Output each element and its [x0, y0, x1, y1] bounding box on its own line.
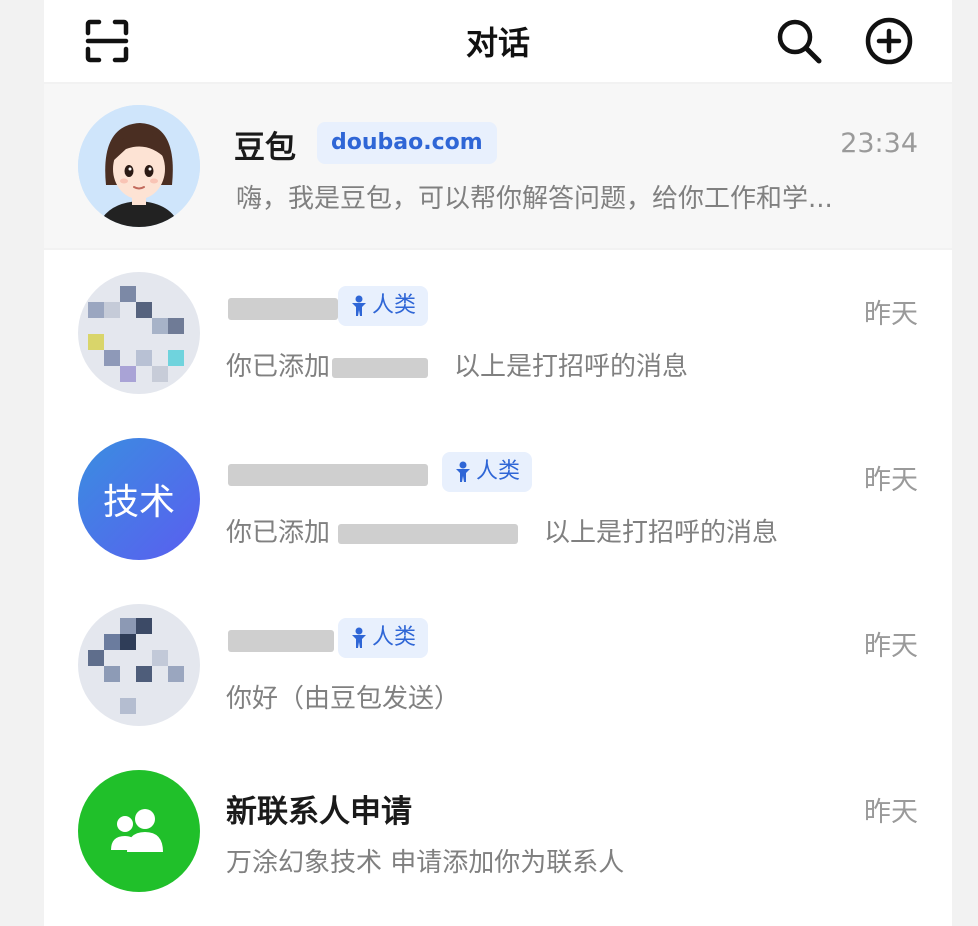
top-bar: 对话 — [44, 0, 952, 82]
list-item[interactable]: 人类 昨天 你好（由豆包发送） — [44, 582, 952, 748]
message-preview: 嗨，我是豆包，可以帮你解答问题，给你工作和学... — [236, 184, 833, 214]
person-icon — [352, 295, 366, 316]
human-tag: 人类 — [338, 618, 429, 658]
timestamp: 昨天 — [864, 465, 918, 496]
tag-label: 人类 — [372, 293, 417, 318]
message-preview: 万涂幻象技术 申请添加你为联系人 — [226, 848, 625, 878]
message-preview: 你已添加 以上是打招呼的消息 — [226, 346, 688, 383]
avatar — [78, 604, 200, 726]
preview-prefix: 你已添加 — [226, 518, 331, 548]
preview-suffix: 以上是打招呼的消息 — [454, 352, 689, 382]
timestamp: 23:34 — [840, 128, 918, 159]
message-preview: 你已添加 以上是打招呼的消息 — [226, 512, 778, 549]
avatar — [78, 770, 200, 892]
redacted-name — [228, 630, 334, 652]
list-item-new-contact-request[interactable]: 新联系人申请 昨天 万涂幻象技术 申请添加你为联系人 — [44, 748, 952, 914]
timestamp: 昨天 — [864, 631, 918, 662]
avatar: 技术 — [78, 438, 200, 560]
contacts-icon — [111, 809, 163, 852]
avatar — [78, 105, 200, 227]
human-tag: 人类 — [442, 452, 533, 492]
avatar — [78, 272, 200, 394]
add-circle-icon[interactable] — [864, 16, 914, 66]
timestamp: 昨天 — [864, 299, 918, 330]
message-preview: 你好（由豆包发送） — [226, 684, 461, 714]
contact-name: 豆包 — [234, 130, 296, 166]
domain-badge: doubao.com — [317, 122, 497, 164]
redacted-text — [332, 357, 429, 378]
redacted-name — [228, 464, 428, 486]
preview-suffix: 以上是打招呼的消息 — [544, 518, 779, 548]
redacted-text — [338, 523, 519, 544]
tag-label: 人类 — [476, 459, 521, 484]
person-icon — [456, 461, 470, 482]
search-icon[interactable] — [774, 16, 824, 66]
pinned-conversation-doubao[interactable]: 豆包 doubao.com 23:34 嗨，我是豆包，可以帮你解答问题，给你工作… — [44, 84, 952, 248]
human-tag: 人类 — [338, 286, 429, 326]
preview-prefix: 你已添加 — [226, 352, 331, 382]
list-item[interactable]: 技术 人类 昨天 你已添加 以上是打招呼的消息 — [44, 416, 952, 582]
list-item[interactable]: 人类 昨天 你已添加 以上是打招呼的消息 — [44, 250, 952, 416]
person-icon — [352, 627, 366, 648]
redacted-name — [228, 298, 338, 320]
timestamp: 昨天 — [864, 797, 918, 828]
contact-name: 新联系人申请 — [226, 794, 412, 830]
tag-label: 人类 — [372, 625, 417, 650]
conversation-list: 人类 昨天 你已添加 以上是打招呼的消息 技术 人类 昨天 你已添加 以上是打招呼的… — [44, 250, 952, 926]
